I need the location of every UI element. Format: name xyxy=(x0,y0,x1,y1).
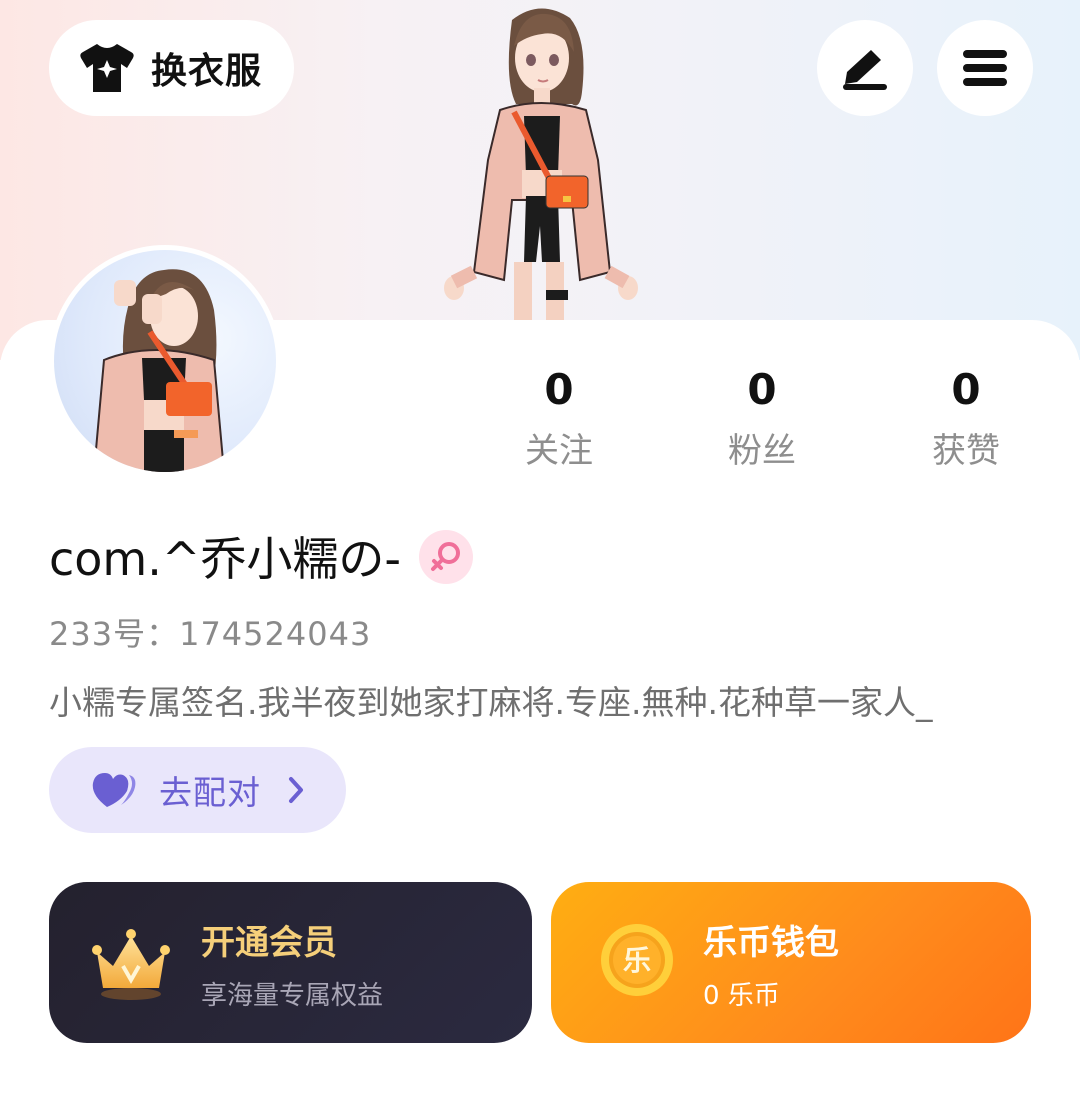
hearts-icon xyxy=(92,773,136,807)
chevron-right-icon xyxy=(289,777,303,803)
vip-membership-tile[interactable]: 开通会员 享海量专属权益 xyxy=(49,882,532,1043)
edit-profile-button[interactable] xyxy=(817,20,913,116)
stat-fans[interactable]: 0 粉丝 xyxy=(682,362,842,474)
crown-icon xyxy=(89,922,173,1006)
stat-likes[interactable]: 0 获赞 xyxy=(886,362,1046,474)
fans-count: 0 xyxy=(747,365,777,414)
coin-text: 乐 xyxy=(623,944,651,977)
coin-icon: 乐 xyxy=(599,922,675,998)
pencil-icon xyxy=(843,50,887,90)
likes-count: 0 xyxy=(951,365,981,414)
fans-label: 粉丝 xyxy=(728,431,796,471)
wallet-tile[interactable]: 乐 乐币钱包 0 乐币 xyxy=(551,882,1031,1043)
female-icon xyxy=(419,530,473,584)
following-count: 0 xyxy=(544,365,574,414)
avatar-image xyxy=(54,250,276,472)
change-outfit-label: 换衣服 xyxy=(151,51,263,92)
profile-bio: 小糯专属签名.我半夜到她家打麻将.专座.無种.花种草一家人_ xyxy=(49,683,933,722)
avatar-3d-figure[interactable] xyxy=(430,0,650,322)
profile-name: com.^乔小糯の- xyxy=(49,532,402,586)
vip-subtitle: 享海量专属权益 xyxy=(201,981,384,1011)
stat-following[interactable]: 0 关注 xyxy=(479,362,639,474)
wallet-balance: 0 乐币 xyxy=(703,981,780,1011)
wallet-title: 乐币钱包 xyxy=(703,923,839,963)
following-label: 关注 xyxy=(525,431,593,471)
hamburger-menu-icon xyxy=(963,50,1007,86)
profile-avatar[interactable] xyxy=(49,245,281,477)
likes-label: 获赞 xyxy=(932,431,1000,471)
menu-button[interactable] xyxy=(937,20,1033,116)
match-label: 去配对 xyxy=(159,773,261,812)
vip-title: 开通会员 xyxy=(201,923,337,963)
tshirt-sparkle-icon xyxy=(79,40,135,96)
user-id: 233号：174524043 xyxy=(49,615,372,653)
change-outfit-button[interactable]: 换衣服 xyxy=(49,20,294,116)
match-button[interactable]: 去配对 xyxy=(49,747,346,833)
